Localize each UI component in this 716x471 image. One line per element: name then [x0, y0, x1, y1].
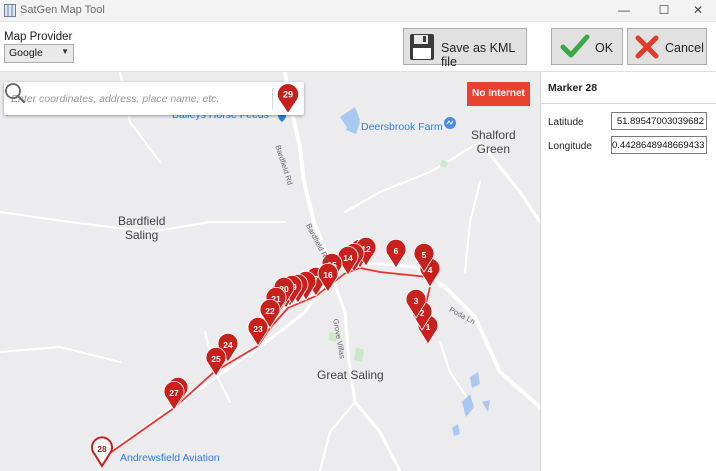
- panel-divider: [541, 103, 716, 104]
- search-icon[interactable]: [4, 82, 26, 104]
- longitude-field[interactable]: [611, 136, 707, 154]
- map-marker-number: 24: [223, 340, 233, 350]
- minimize-button[interactable]: —: [606, 0, 642, 22]
- map-marker-number: 3: [414, 296, 419, 306]
- map-provider-value: Google: [9, 47, 43, 59]
- poi-label-deersbrook: Deersbrook Farm: [361, 121, 443, 133]
- search-box: 29: [4, 82, 304, 115]
- map-marker-number: 27: [169, 388, 179, 398]
- cancel-label: Cancel: [665, 41, 704, 55]
- place-label-great-saling: Great Saling: [317, 368, 384, 382]
- marker-details-panel: Marker 28 Latitude Longitude: [540, 72, 716, 471]
- place-label-bardfield-saling: Bardfield Saling: [118, 214, 166, 242]
- cancel-button[interactable]: Cancel: [627, 28, 707, 65]
- checkmark-icon: [560, 34, 590, 58]
- latitude-label: Latitude: [548, 117, 584, 128]
- cancel-x-icon: [635, 35, 659, 59]
- map-marker-number: 16: [323, 270, 333, 280]
- maximize-button[interactable]: ☐: [646, 0, 682, 22]
- poi-label-andrewsfield: Andrewsfield Aviation: [120, 452, 220, 464]
- map-marker-number: 28: [97, 444, 107, 454]
- ok-button[interactable]: OK: [551, 28, 623, 65]
- longitude-label: Longitude: [548, 141, 592, 152]
- latitude-field[interactable]: [611, 112, 707, 130]
- marker-title: Marker 28: [548, 82, 598, 94]
- title-bar: SatGen Map Tool — ☐ ✕: [0, 0, 716, 22]
- toolbar: Map Provider Google ▼ Save as KML file O…: [0, 22, 716, 72]
- map-marker-28[interactable]: 28: [91, 436, 113, 468]
- map-marker-number: 5: [422, 250, 427, 260]
- floppy-disk-icon: [410, 34, 434, 60]
- map-marker-number: 25: [211, 354, 221, 364]
- markers-layer[interactable]: 1234567891011121314151617181920212223242…: [91, 236, 441, 468]
- map-marker-27[interactable]: 27: [163, 380, 185, 411]
- save-kml-label: Save as KML file: [441, 41, 515, 69]
- deersbrook-pin-icon: [444, 117, 456, 129]
- map-view[interactable]: 1234567891011121314151617181920212223242…: [0, 72, 540, 471]
- map-provider-select[interactable]: Google ▼: [4, 44, 74, 63]
- map-canvas: 1234567891011121314151617181920212223242…: [0, 72, 540, 471]
- add-marker-pin-icon[interactable]: 29: [276, 84, 300, 113]
- close-window-button[interactable]: ✕: [680, 0, 716, 22]
- map-marker-number: 14: [343, 253, 353, 263]
- map-marker-number: 4: [428, 265, 433, 275]
- place-label-shalford-green: Shalford Green: [471, 128, 516, 156]
- save-kml-button[interactable]: Save as KML file: [403, 28, 527, 69]
- map-marker-number: 23: [253, 324, 263, 334]
- add-marker-number: 29: [283, 90, 293, 100]
- window-title: SatGen Map Tool: [20, 4, 105, 16]
- map-marker-number: 22: [265, 306, 275, 316]
- app-map-icon: [4, 4, 16, 17]
- ok-label: OK: [595, 41, 614, 55]
- chevron-down-icon: ▼: [61, 47, 69, 56]
- no-internet-badge: No Internet: [467, 82, 530, 106]
- search-input[interactable]: [4, 82, 236, 115]
- map-marker-number: 6: [394, 246, 399, 256]
- map-provider-label: Map Provider: [4, 31, 73, 43]
- search-divider: [272, 88, 273, 109]
